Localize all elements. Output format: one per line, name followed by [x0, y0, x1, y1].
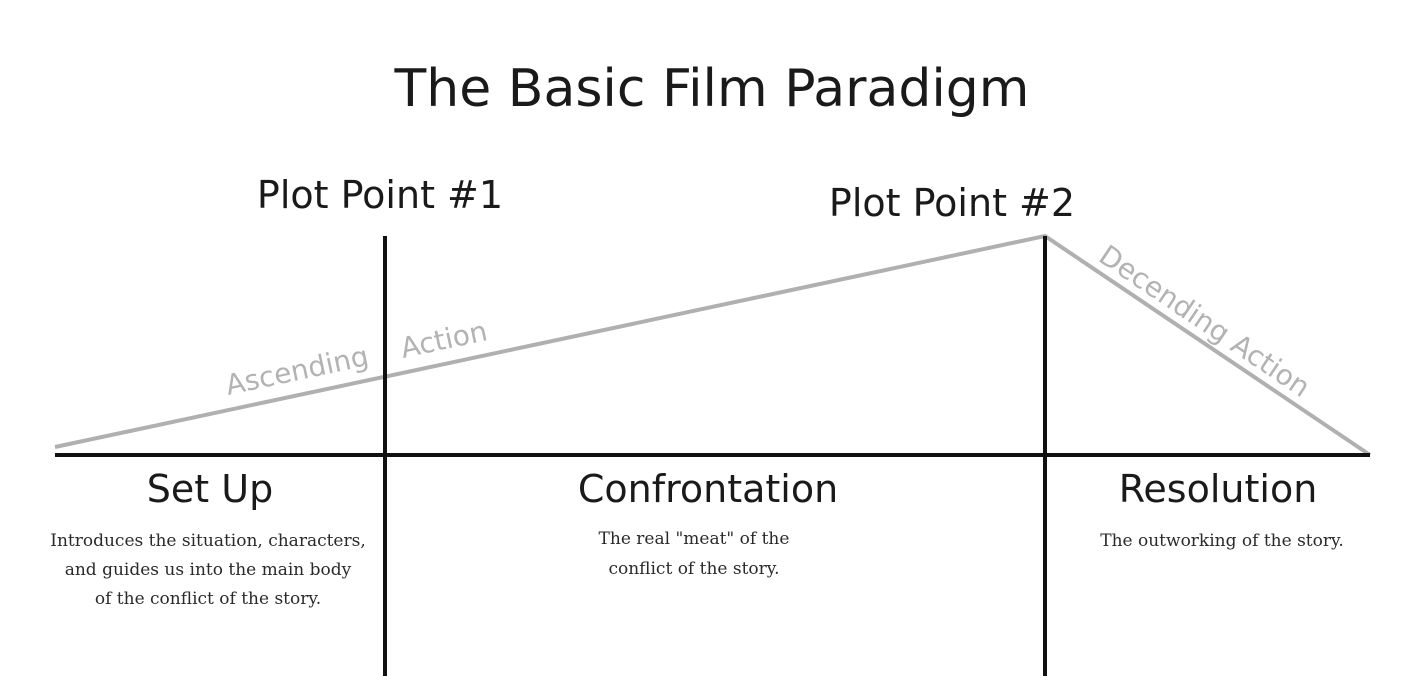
- film-paradigm-diagram: The Basic Film Paradigm Plot Point #1 Pl…: [50, 59, 1372, 676]
- act-setup-desc-line: Introduces the situation, characters,: [50, 531, 366, 551]
- act-confrontation-title: Confrontation: [578, 467, 838, 511]
- plot-point-1-label: Plot Point #1: [257, 173, 503, 217]
- act-confrontation-desc-line: conflict of the story.: [608, 559, 779, 579]
- action-curve: [54, 233, 1372, 457]
- act-resolution-desc-line: The outworking of the story.: [1100, 531, 1344, 551]
- descending-label: Decending Action: [1093, 238, 1316, 403]
- act-setup-title: Set Up: [147, 467, 273, 511]
- ascending-label: Ascending: [223, 339, 372, 401]
- diagram-title: The Basic Film Paradigm: [394, 59, 1030, 119]
- act-confrontation-desc-line: The real "meat" of the: [599, 529, 790, 549]
- plot-point-2-label: Plot Point #2: [829, 181, 1075, 225]
- act-setup-desc-line: and guides us into the main body: [65, 560, 352, 580]
- act-setup-desc-line: of the conflict of the story.: [95, 589, 321, 609]
- act-resolution-title: Resolution: [1119, 467, 1318, 511]
